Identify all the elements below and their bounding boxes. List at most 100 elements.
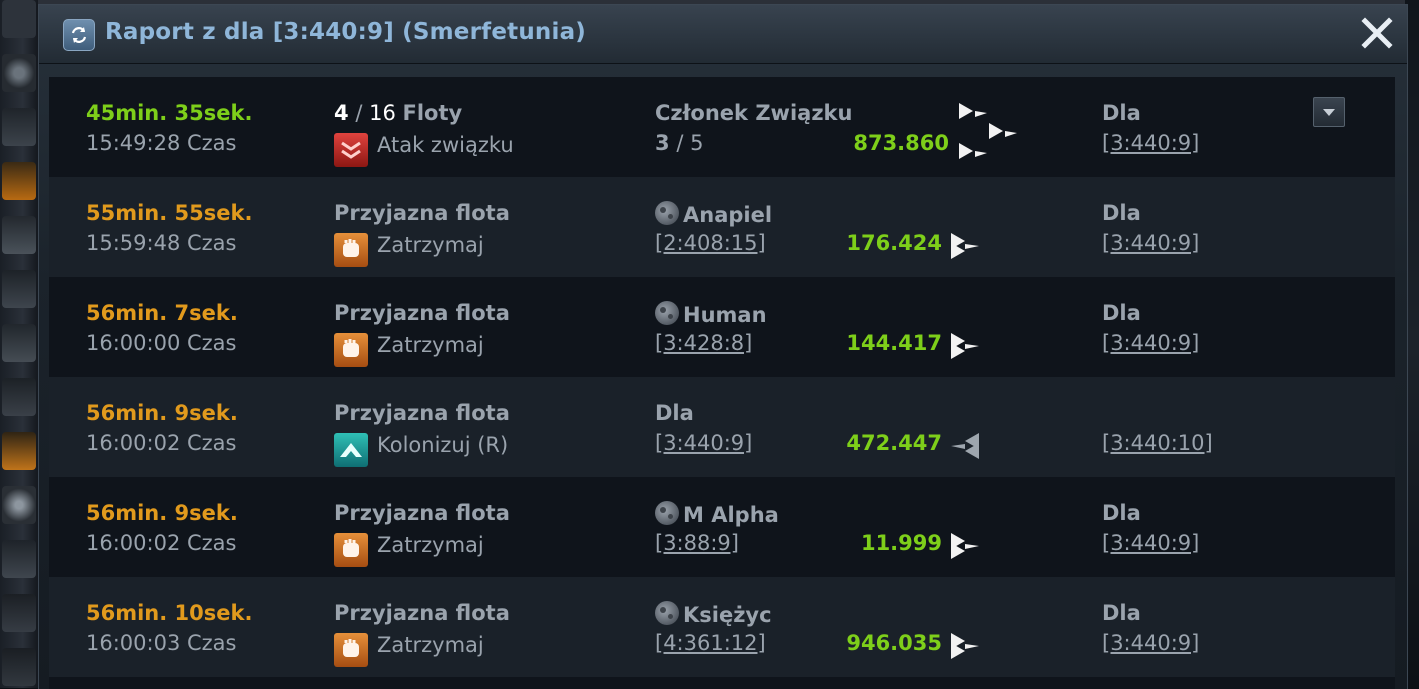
fleet-row: 45min. 35sek. 15:49:28 Czas 4 / 16 Floty…	[49, 77, 1395, 177]
countdown-timer: 55min. 55sek.	[86, 201, 253, 225]
destination-coords-link[interactable]: [3:440:9]	[1102, 131, 1199, 155]
menu-icon	[2, 270, 36, 308]
fleet-word: Floty	[402, 101, 463, 125]
arrival-time: 16:00:02 Czas	[86, 431, 237, 455]
window-titlebar: Raport z dla [3:440:9] (Smerfetunia)	[39, 5, 1407, 64]
fleet-row: 56min. 7sek. 16:00:00 Czas Przyjazna flo…	[49, 277, 1395, 377]
destination-coords-link[interactable]: [3:440:10]	[1102, 431, 1213, 455]
origin-coords-link[interactable]: [3:440:9]	[655, 431, 752, 455]
ship-count: 176.424	[846, 231, 942, 255]
hold-fist-icon	[334, 333, 368, 367]
destination-label: Dla	[1102, 201, 1141, 225]
fleet-label: Przyjazna flota	[334, 201, 510, 225]
ship-count: 144.417	[846, 331, 942, 355]
ship-count: 472.447	[846, 431, 942, 455]
origin-coords-link[interactable]: [2:408:15]	[655, 231, 766, 255]
mission-type: Zatrzymaj	[377, 633, 484, 657]
menu-icon	[2, 108, 36, 146]
countdown-timer: 56min. 9sek.	[86, 401, 238, 425]
menu-icon	[2, 0, 36, 38]
fleet-list: 45min. 35sek. 15:49:28 Czas 4 / 16 Floty…	[49, 77, 1395, 689]
fleet-label: Przyjazna flota	[334, 301, 510, 325]
destination-coords-link[interactable]: [3:440:9]	[1102, 231, 1199, 255]
colonize-icon	[334, 433, 368, 467]
arrival-time: 16:00:03 Czas	[86, 631, 237, 655]
fleet-row: 56min. 10sek. 16:00:03 Czas Przyjazna fl…	[49, 577, 1395, 677]
multi-fleet-icon[interactable]	[955, 101, 1021, 175]
countdown-timer: 45min. 35sek.	[86, 101, 253, 125]
close-icon	[1361, 17, 1393, 49]
arrival-time: 15:49:28 Czas	[86, 131, 237, 155]
menu-icon	[2, 378, 36, 416]
fleet-return-icon[interactable]	[949, 431, 983, 465]
fleet-count: 4 / 16 Floty	[334, 101, 462, 125]
origin-name: Anapiel	[655, 201, 772, 227]
planet-icon	[655, 201, 679, 225]
mission-type: Kolonizuj (R)	[377, 433, 509, 457]
alliance-members: 3 / 5	[655, 131, 703, 155]
countdown-timer: 56min. 10sek.	[86, 601, 253, 625]
refresh-icon[interactable]	[63, 19, 95, 51]
origin-coords-link[interactable]: [3:88:9]	[655, 531, 739, 555]
window-title: Raport z dla [3:440:9] (Smerfetunia)	[105, 19, 587, 45]
background-left-menu	[0, 0, 38, 688]
close-button[interactable]	[1361, 17, 1393, 49]
fleet-report-window: Raport z dla [3:440:9] (Smerfetunia) 45m…	[38, 4, 1408, 689]
countdown-timer: 56min. 7sek.	[86, 301, 238, 325]
fleet-arrow-icon[interactable]	[949, 531, 983, 565]
hold-fist-icon	[334, 233, 368, 267]
menu-icon	[2, 162, 36, 200]
fleet-arrow-icon[interactable]	[949, 231, 983, 265]
members-current: 3	[655, 131, 670, 155]
destination-label: Dla	[1102, 101, 1141, 125]
menu-icon	[2, 54, 36, 92]
members-separator: /	[676, 131, 684, 155]
fleet-arrow-icon[interactable]	[949, 631, 983, 665]
planet-icon	[655, 601, 679, 625]
origin-name: Dla	[655, 401, 694, 425]
planet-icon	[655, 301, 679, 325]
origin-coords-link[interactable]: [3:428:8]	[655, 331, 752, 355]
origin-name: M Alpha	[655, 501, 779, 527]
origin-coords-link[interactable]: [4:361:12]	[655, 631, 766, 655]
ship-count: 873.860	[853, 131, 949, 155]
mission-type: Zatrzymaj	[377, 533, 484, 557]
origin-name: Członek Związku	[655, 101, 853, 125]
ship-count: 11.999	[860, 531, 942, 555]
destination-label: Dla	[1102, 501, 1141, 525]
origin-name-text: Księżyc	[683, 603, 772, 627]
fleet-label: Przyjazna flota	[334, 601, 510, 625]
mission-type: Zatrzymaj	[377, 333, 484, 357]
fleet-row: 56min. 9sek. 16:00:02 Czas Przyjazna flo…	[49, 477, 1395, 577]
menu-icon	[2, 432, 36, 470]
origin-name: Księżyc	[655, 601, 772, 627]
menu-icon	[2, 540, 36, 578]
ship-count: 946.035	[846, 631, 942, 655]
origin-name: Human	[655, 301, 767, 327]
fleet-total: 16	[369, 101, 396, 125]
fleet-label: Przyjazna flota	[334, 501, 510, 525]
origin-name-text: M Alpha	[683, 503, 779, 527]
menu-icon	[2, 594, 36, 632]
destination-label: Dla	[1102, 301, 1141, 325]
fleet-separator: /	[355, 101, 363, 125]
menu-icon	[2, 486, 36, 524]
destination-coords-link[interactable]: [3:440:9]	[1102, 631, 1199, 655]
countdown-timer: 56min. 9sek.	[86, 501, 238, 525]
hold-fist-icon	[334, 533, 368, 567]
alliance-attack-icon	[334, 133, 368, 167]
fleet-label: Przyjazna flota	[334, 401, 510, 425]
fleet-current: 4	[334, 101, 349, 125]
fleet-arrow-icon[interactable]	[949, 331, 983, 365]
menu-icon	[2, 216, 36, 254]
chevron-down-icon	[1323, 109, 1335, 116]
menu-icon	[2, 648, 36, 686]
destination-coords-link[interactable]: [3:440:9]	[1102, 531, 1199, 555]
mission-type: Zatrzymaj	[377, 233, 484, 257]
expand-button[interactable]	[1313, 97, 1345, 127]
fleet-row-partial	[49, 677, 1395, 689]
fleet-row: 56min. 9sek. 16:00:02 Czas Przyjazna flo…	[49, 377, 1395, 477]
hold-fist-icon	[334, 633, 368, 667]
origin-name-text: Anapiel	[683, 203, 773, 227]
destination-coords-link[interactable]: [3:440:9]	[1102, 331, 1199, 355]
